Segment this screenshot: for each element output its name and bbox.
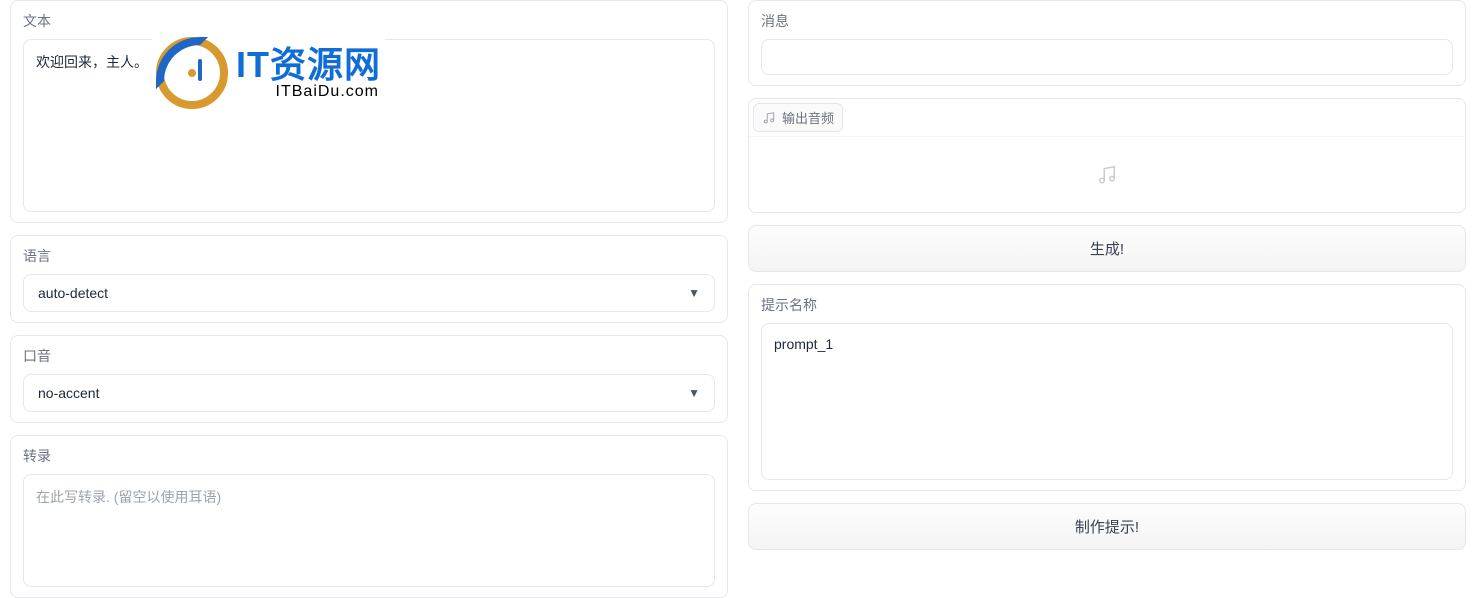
make-prompt-button[interactable]: 制作提示! — [748, 503, 1466, 550]
music-note-icon — [1096, 164, 1118, 186]
language-label: 语言 — [23, 246, 715, 266]
transcribe-input[interactable] — [30, 481, 708, 577]
chevron-down-icon: ▼ — [688, 386, 700, 400]
output-audio-block: 输出音频 — [748, 98, 1466, 213]
logo-title: IT资源网 — [236, 46, 381, 84]
transcribe-block: 转录 — [10, 435, 728, 598]
transcribe-label: 转录 — [23, 446, 715, 466]
generate-button[interactable]: 生成! — [748, 225, 1466, 272]
logo-subtitle: ITBaiDu.com — [276, 84, 379, 101]
output-audio-body[interactable] — [749, 136, 1465, 212]
text-label: 文本 — [23, 11, 715, 31]
message-label: 消息 — [761, 11, 1453, 31]
output-audio-label: 输出音频 — [782, 108, 834, 127]
text-input-wrap: IT资源网 ITBaiDu.com — [23, 39, 715, 212]
chevron-down-icon: ▼ — [688, 286, 700, 300]
prompt-name-label: 提示名称 — [761, 295, 1453, 315]
accent-label: 口音 — [23, 346, 715, 366]
prompt-name-block: 提示名称 — [748, 284, 1466, 491]
language-select[interactable]: auto-detect ▼ — [23, 274, 715, 312]
language-block: 语言 auto-detect ▼ — [10, 235, 728, 323]
accent-value: no-accent — [38, 385, 99, 401]
message-input[interactable] — [761, 39, 1453, 75]
output-audio-header: 输出音频 — [753, 103, 843, 132]
accent-block: 口音 no-accent ▼ — [10, 335, 728, 423]
language-value: auto-detect — [38, 285, 108, 301]
accent-select[interactable]: no-accent ▼ — [23, 374, 715, 412]
logo-mark-icon — [156, 37, 228, 109]
message-block: 消息 — [748, 0, 1466, 86]
site-logo: IT资源网 ITBaiDu.com — [152, 34, 385, 112]
music-note-icon — [762, 111, 776, 125]
prompt-name-input[interactable] — [768, 330, 1446, 470]
text-block: 文本 IT资源网 ITBaiDu.com — [10, 0, 728, 223]
